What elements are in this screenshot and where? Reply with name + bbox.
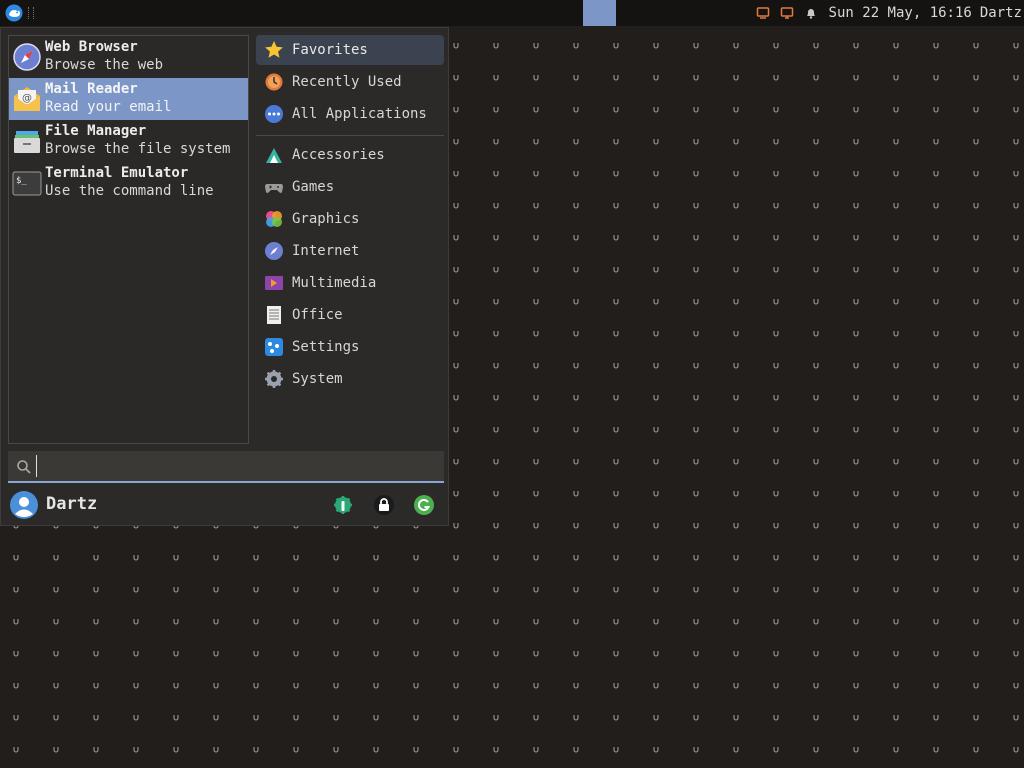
- graphics-icon: [266, 211, 282, 227]
- whisker-menu: Web Browser Browse the web @ Mail Reader…: [0, 27, 449, 526]
- category-multimedia[interactable]: Multimedia: [256, 268, 444, 298]
- search-icon: [17, 460, 31, 474]
- favorite-description: Use the command line: [45, 183, 214, 199]
- category-label: Games: [292, 179, 335, 195]
- favorite-name: File Manager: [45, 123, 147, 139]
- games-icon: [265, 184, 283, 193]
- accessories-icon: [266, 148, 282, 163]
- favorite-mail-reader[interactable]: @ Mail Reader Read your email: [9, 78, 248, 120]
- all-apps-icon: [265, 105, 283, 123]
- category-label: Multimedia: [292, 275, 377, 291]
- settings-icon: [265, 338, 283, 356]
- category-label: System: [292, 371, 343, 387]
- favorite-description: Browse the file system: [45, 141, 231, 157]
- favorite-name: Terminal Emulator: [45, 165, 189, 181]
- category-label: Settings: [292, 339, 360, 355]
- favorite-description: Read your email: [45, 99, 172, 115]
- network-icon[interactable]: [751, 0, 775, 26]
- workspace-switcher-active[interactable]: [583, 0, 616, 26]
- internet-icon: [265, 242, 283, 260]
- display-icon[interactable]: [775, 0, 799, 26]
- favorite-name: Mail Reader: [45, 81, 138, 97]
- top-panel: Sun 22 May, 16:16 Dartz: [0, 0, 1024, 26]
- whisker-menu-button[interactable]: [4, 3, 24, 23]
- system-tray: Sun 22 May, 16:16 Dartz: [751, 0, 1024, 26]
- favorite-name: Web Browser: [45, 39, 138, 55]
- panel-username[interactable]: Dartz: [980, 5, 1022, 21]
- star-icon: [265, 41, 283, 58]
- logout-icon[interactable]: [413, 494, 435, 516]
- category-label: Accessories: [292, 147, 385, 163]
- category-recently-used[interactable]: Recently Used: [256, 67, 444, 97]
- category-label: Recently Used: [292, 74, 402, 90]
- avatar: [10, 491, 38, 519]
- terminal-icon: $_: [12, 171, 42, 196]
- category-internet[interactable]: Internet: [256, 236, 444, 266]
- search-input[interactable]: [36, 455, 436, 477]
- favorites-list: Web Browser Browse the web @ Mail Reader…: [8, 35, 249, 444]
- favorite-terminal-emulator[interactable]: $_ Terminal Emulator Use the command lin…: [9, 162, 248, 204]
- favorite-web-browser[interactable]: Web Browser Browse the web: [9, 36, 248, 78]
- favorite-description: Browse the web: [45, 57, 164, 73]
- category-label: Office: [292, 307, 343, 323]
- notification-bell-icon[interactable]: [799, 0, 823, 26]
- category-system[interactable]: System: [256, 364, 444, 394]
- recent-icon: [265, 73, 283, 91]
- category-label: Internet: [292, 243, 360, 259]
- settings-manager-icon[interactable]: [332, 494, 354, 516]
- category-settings[interactable]: Settings: [256, 332, 444, 362]
- mail-reader-icon: @: [14, 87, 40, 111]
- category-label: Favorites: [292, 42, 368, 58]
- category-label: Graphics: [292, 211, 360, 227]
- category-graphics[interactable]: Graphics: [256, 204, 444, 234]
- svg-text:@: @: [22, 93, 32, 104]
- web-browser-icon: [13, 43, 41, 71]
- office-icon: [267, 306, 281, 324]
- category-all-applications[interactable]: All Applications: [256, 99, 444, 129]
- category-accessories[interactable]: Accessories: [256, 140, 444, 170]
- panel-handle[interactable]: [28, 7, 34, 19]
- panel-clock[interactable]: Sun 22 May, 16:16: [829, 5, 972, 21]
- svg-text:$_: $_: [16, 176, 27, 186]
- category-label: All Applications: [292, 106, 427, 122]
- favorite-file-manager[interactable]: File Manager Browse the file system: [9, 120, 248, 162]
- user-bar: Dartz: [8, 489, 444, 521]
- xfce-mouse-icon: [5, 4, 23, 22]
- search-box[interactable]: [8, 451, 444, 483]
- category-office[interactable]: Office: [256, 300, 444, 330]
- lock-screen-icon[interactable]: [373, 494, 395, 516]
- category-favorites[interactable]: Favorites: [256, 35, 444, 65]
- file-manager-icon: [14, 131, 40, 153]
- category-games[interactable]: Games: [256, 172, 444, 202]
- multimedia-icon: [265, 276, 283, 290]
- username: Dartz: [46, 494, 98, 514]
- system-icon: [265, 370, 283, 388]
- category-separator: [256, 135, 444, 136]
